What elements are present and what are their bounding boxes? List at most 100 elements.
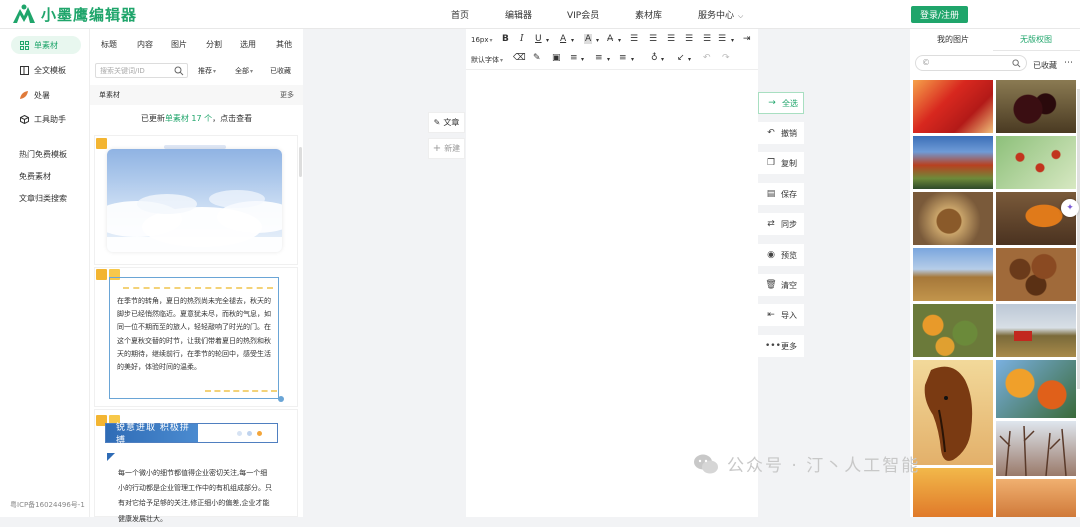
icp-license[interactable]: 粤ICP备16024496号-1 <box>10 500 85 510</box>
nav-material-library[interactable]: 素材库 <box>635 8 662 21</box>
sidebar-item-full-template[interactable]: 全文模板 <box>19 61 66 79</box>
divider-icon[interactable]: ≡ <box>619 53 627 63</box>
highlight-color-icon[interactable]: A <box>584 34 593 44</box>
insert-icon[interactable]: ⇥ <box>743 34 751 44</box>
align-right-icon[interactable]: ☰ <box>667 34 675 44</box>
image-blackberries[interactable] <box>996 80 1076 133</box>
caret-down-icon[interactable]: ▾ <box>661 56 664 63</box>
tab-free-images[interactable]: 无版权图 <box>1020 34 1052 45</box>
filter-all[interactable]: 全部▾ <box>235 66 253 76</box>
tab-title[interactable]: 标题 <box>101 39 117 50</box>
image-walnut[interactable] <box>913 192 993 245</box>
arrow-icon[interactable]: ↙ <box>677 53 685 63</box>
sidebar-item-single-material[interactable]: 单素材 <box>11 36 81 54</box>
tab-article[interactable]: ✎ 文章 <box>428 112 465 133</box>
sidebar-item-chushu[interactable]: 处暑 <box>19 86 50 104</box>
preview-button[interactable]: ◉ 预览 <box>758 244 804 266</box>
caret-down-icon[interactable]: ▾ <box>546 37 549 44</box>
tab-new[interactable]: + 新建 <box>428 138 465 159</box>
sync-button[interactable]: ⇄ 同步 <box>758 213 804 235</box>
import-button[interactable]: ⇤ 导入 <box>758 304 804 326</box>
font-color-icon[interactable]: A <box>560 34 566 44</box>
tab-content[interactable]: 内容 <box>137 39 153 50</box>
nav-service-center[interactable]: 服务中心 ⌵ <box>698 8 743 21</box>
login-register-button[interactable]: 登录/注册 <box>911 6 968 23</box>
nav-home[interactable]: 首页 <box>451 8 469 21</box>
font-size-select[interactable]: 16px▾ <box>471 36 493 44</box>
redo-icon[interactable]: ↷ <box>722 53 730 63</box>
more-link[interactable]: 更多 <box>280 90 294 100</box>
image-search-input[interactable]: © <box>915 55 1027 71</box>
clear-button[interactable]: 🗑 清空 <box>758 274 804 296</box>
clear-format-icon[interactable]: A̶ <box>607 34 613 44</box>
tab-article-label: 文章 <box>443 118 460 127</box>
search-icon[interactable] <box>174 66 184 76</box>
undo-button[interactable]: ↶ 撤销 <box>758 122 804 144</box>
brush-icon[interactable]: ✎ <box>533 53 541 63</box>
nav-vip[interactable]: VIP会员 <box>567 8 599 21</box>
image-autumn-landscape[interactable] <box>913 136 993 189</box>
more-button[interactable]: ••• 更多 <box>758 335 804 357</box>
tab-my-images[interactable]: 我的图片 <box>937 34 969 45</box>
line-spacing-icon[interactable]: ☰ <box>703 34 711 44</box>
undo-icon[interactable]: ↶ <box>703 53 711 63</box>
image-berries-branch[interactable] <box>996 136 1076 189</box>
favorited-filter[interactable]: 已收藏 <box>1033 60 1057 71</box>
nav-editor[interactable]: 编辑器 <box>505 8 532 21</box>
caret-down-icon[interactable]: ▾ <box>688 56 691 63</box>
link-hot-free-templates[interactable]: 热门免费模板 <box>19 149 67 160</box>
image-leaves-bottom[interactable] <box>996 479 1076 517</box>
editor-canvas[interactable]: 16px▾ B I U ▾ A ▾ A ▾ A̶ ▾ ☰ ☰ ☰ ☰ ☰ ☰ ▾… <box>466 29 758 517</box>
tab-divider[interactable]: 分割 <box>206 39 222 50</box>
search-icon[interactable] <box>1012 59 1021 68</box>
copy-button[interactable]: ❐ 复制 <box>758 152 804 174</box>
link-article-search[interactable]: 文章归类搜索 <box>19 193 67 204</box>
paragraph-spacing-icon[interactable]: ≡ <box>595 53 603 63</box>
tab-selected[interactable]: 选用 <box>240 39 256 50</box>
image-pumpkins[interactable] <box>913 304 993 357</box>
tab-other[interactable]: 其他 <box>276 39 292 50</box>
underline-icon[interactable]: U <box>535 34 542 44</box>
select-all-button[interactable]: → 全选 <box>758 92 804 114</box>
image-red-leaves[interactable] <box>913 80 993 133</box>
caret-down-icon[interactable]: ▾ <box>631 56 634 63</box>
filter-recommend[interactable]: 推荐▾ <box>198 66 216 76</box>
align-justify-icon[interactable]: ☰ <box>685 34 693 44</box>
update-notice[interactable]: 已更新单素材 17 个，点击查看 <box>90 113 303 124</box>
italic-icon[interactable]: I <box>520 34 524 44</box>
image-horse[interactable] <box>913 360 993 465</box>
sidebar-item-tools[interactable]: 工具助手 <box>19 110 66 128</box>
material-search-input[interactable]: 搜索关键词/ID <box>95 63 188 78</box>
image-orange-leaves[interactable] <box>913 468 993 517</box>
toolbar-row-2: 默认字体▾ ⌫ ✎ ▣ ≡ ▾ ≡ ▾ ≡ ▾ ♁ ▾ ↙ ▾ ↶ ↷ <box>466 50 758 68</box>
image-autumn-tree[interactable] <box>996 360 1076 418</box>
image-field[interactable] <box>913 248 993 301</box>
brand-logo[interactable]: 小墨鹰编辑器 <box>12 3 137 25</box>
font-family-select[interactable]: 默认字体▾ <box>471 55 503 65</box>
eye-icon: ◉ <box>767 250 775 260</box>
save-button[interactable]: ▤ 保存 <box>758 183 804 205</box>
eraser-icon[interactable]: ⌫ <box>513 53 526 63</box>
link-free-materials[interactable]: 免费素材 <box>19 171 51 182</box>
filter-favorited[interactable]: 已收藏 <box>270 66 291 76</box>
tab-image[interactable]: 图片 <box>171 39 187 50</box>
image-tractor-field[interactable] <box>996 304 1076 357</box>
ellipsis-icon[interactable]: ⋯ <box>1064 58 1073 68</box>
caret-down-icon[interactable]: ▾ <box>607 56 610 63</box>
caret-down-icon[interactable]: ▾ <box>618 37 621 44</box>
align-left-icon[interactable]: ☰ <box>630 34 638 44</box>
image-chestnuts[interactable] <box>996 248 1076 301</box>
caret-down-icon[interactable]: ▾ <box>731 37 734 44</box>
align-center-icon[interactable]: ☰ <box>649 34 657 44</box>
sparkle-icon[interactable]: ✦ <box>1061 199 1079 217</box>
caret-down-icon[interactable]: ▾ <box>571 37 574 44</box>
letter-spacing-icon[interactable]: ≡ <box>570 53 578 63</box>
bold-icon[interactable]: B <box>502 34 509 44</box>
material-scrollbar[interactable] <box>299 147 302 177</box>
caret-down-icon[interactable]: ▾ <box>596 37 599 44</box>
image-bare-trees[interactable] <box>996 421 1076 476</box>
image-icon[interactable]: ▣ <box>552 53 561 63</box>
caret-down-icon[interactable]: ▾ <box>581 56 584 63</box>
indent-icon[interactable]: ☰ <box>718 34 726 44</box>
lightbulb-icon[interactable]: ♁ <box>651 53 658 63</box>
